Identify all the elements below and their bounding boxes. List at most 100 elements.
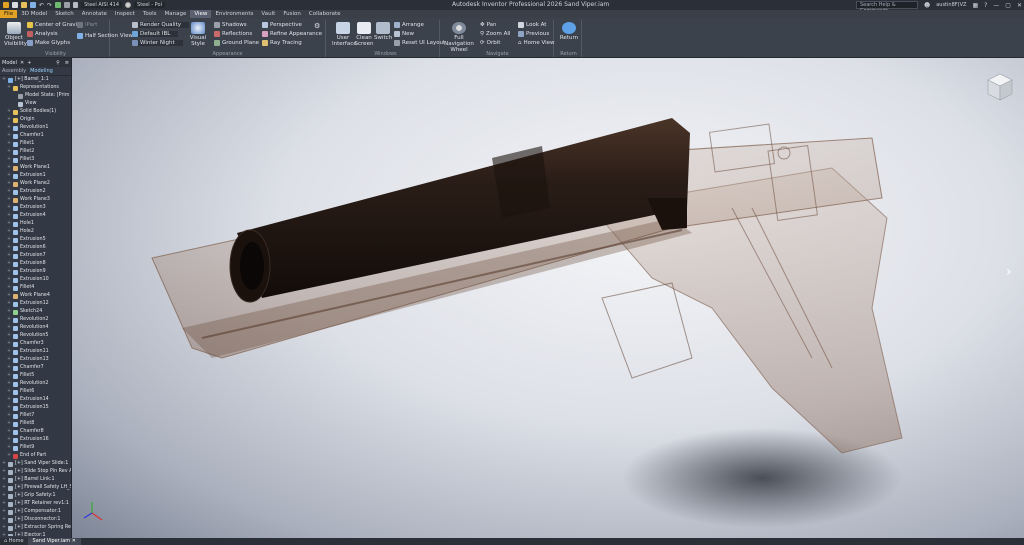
- expand-icon[interactable]: +: [7, 196, 11, 204]
- expand-icon[interactable]: +: [7, 156, 11, 164]
- new-window-button[interactable]: New: [394, 31, 414, 37]
- tree-node[interactable]: + Work Plane4: [0, 292, 71, 300]
- previous-view-button[interactable]: Previous: [518, 31, 549, 37]
- modeling-tab[interactable]: Modeling: [30, 68, 53, 74]
- next-view-arrow-icon[interactable]: ›: [1006, 264, 1012, 280]
- tree-node[interactable]: + Extrusion2: [0, 188, 71, 196]
- appearance-select[interactable]: Steel - Pol: [134, 2, 165, 8]
- pan-button[interactable]: ✥ Pan: [480, 22, 497, 28]
- expand-icon[interactable]: +: [7, 124, 11, 132]
- tree-node[interactable]: + Revolution2: [0, 380, 71, 388]
- expand-icon[interactable]: +: [7, 212, 11, 220]
- redo-icon[interactable]: ↷: [47, 2, 52, 9]
- iso-button[interactable]: iPart: [77, 22, 97, 28]
- minimize-icon[interactable]: —: [993, 2, 999, 9]
- cart-icon[interactable]: ▦: [972, 2, 978, 9]
- tree-node[interactable]: + Extrusion8: [0, 260, 71, 268]
- trigger-guard[interactable]: [601, 282, 693, 379]
- tree-node[interactable]: + Origin: [0, 116, 71, 124]
- expand-icon[interactable]: +: [7, 388, 11, 396]
- arrange-button[interactable]: Arrange: [394, 22, 424, 28]
- tree-node[interactable]: + Fillet6: [0, 388, 71, 396]
- tree-node[interactable]: + Extrusion13: [0, 356, 71, 364]
- expand-icon[interactable]: +: [2, 76, 6, 84]
- tree-node[interactable]: + Hole1: [0, 220, 71, 228]
- expand-icon[interactable]: +: [7, 108, 11, 116]
- tab-environments[interactable]: Environments: [211, 10, 257, 18]
- tree-node[interactable]: + Revolution2: [0, 316, 71, 324]
- half-section-button[interactable]: Half Section View: [77, 33, 133, 39]
- tree-node[interactable]: + Revolution4: [0, 324, 71, 332]
- tree-node[interactable]: + Extrusion1: [0, 172, 71, 180]
- tab-manage[interactable]: Manage: [161, 10, 191, 18]
- tree-node[interactable]: + Extrusion15: [0, 404, 71, 412]
- user-name[interactable]: austin8F(VZ: [936, 2, 966, 8]
- add-browser-icon[interactable]: +: [27, 60, 31, 66]
- tree-node[interactable]: + Revolution5: [0, 332, 71, 340]
- tree-node[interactable]: + Extrusion16: [0, 436, 71, 444]
- expand-icon[interactable]: +: [7, 380, 11, 388]
- refine-appearance-button[interactable]: Refine Appearance: [262, 31, 322, 37]
- analysis-button[interactable]: Analysis: [27, 31, 58, 37]
- menu-icon[interactable]: ≡: [65, 60, 71, 66]
- tree-node[interactable]: + [+] Firewall Safety LH_Sav: [0, 484, 71, 492]
- tree-node[interactable]: + Extrusion4: [0, 212, 71, 220]
- expand-icon[interactable]: +: [7, 412, 11, 420]
- print-icon[interactable]: [64, 2, 71, 8]
- expand-icon[interactable]: +: [2, 492, 6, 500]
- expand-icon[interactable]: +: [7, 340, 11, 348]
- tree-node[interactable]: + Extrusion7: [0, 252, 71, 260]
- tree-node[interactable]: + Sketch24: [0, 308, 71, 316]
- expand-icon[interactable]: +: [7, 180, 11, 188]
- home-doc-tab[interactable]: ⌂ Home: [0, 538, 29, 545]
- default-ibl-select[interactable]: Default IBL: [132, 31, 179, 37]
- expand-icon[interactable]: +: [7, 252, 11, 260]
- tree-node[interactable]: + Extrusion9: [0, 268, 71, 276]
- tree-node[interactable]: + Fillet2: [0, 148, 71, 156]
- expand-icon[interactable]: +: [7, 324, 11, 332]
- expand-icon[interactable]: +: [2, 516, 6, 524]
- expand-icon[interactable]: +: [7, 436, 11, 444]
- expand-icon[interactable]: +: [7, 356, 11, 364]
- view-cube[interactable]: [987, 73, 1013, 101]
- tree-node[interactable]: + [+] Slide Stop Pin Rev A:1: [0, 468, 71, 476]
- tree-node[interactable]: + Chamfer1: [0, 132, 71, 140]
- return-button[interactable]: Return: [558, 22, 580, 41]
- assembly-tab[interactable]: Assembly: [2, 68, 26, 74]
- tree-node[interactable]: + [+] Ejector:1: [0, 532, 71, 536]
- tree-node[interactable]: + [+] Sand Viper Slide:1: [0, 460, 71, 468]
- expand-icon[interactable]: +: [7, 348, 11, 356]
- settings-button[interactable]: ⚙: [314, 22, 320, 30]
- expand-icon[interactable]: +: [7, 140, 11, 148]
- tree-node[interactable]: + [+] Barrel Link:1: [0, 476, 71, 484]
- undo-icon[interactable]: ↶: [39, 2, 44, 9]
- new-icon[interactable]: [12, 2, 18, 8]
- expand-icon[interactable]: +: [2, 476, 6, 484]
- tree-node[interactable]: + Extrusion5: [0, 236, 71, 244]
- tree-node[interactable]: + End of Part: [0, 452, 71, 460]
- tree-node[interactable]: + Extrusion11: [0, 348, 71, 356]
- expand-icon[interactable]: +: [2, 460, 6, 468]
- expand-icon[interactable]: +: [2, 532, 6, 536]
- tree-node[interactable]: + Work Plane2: [0, 180, 71, 188]
- expand-icon[interactable]: +: [7, 116, 11, 124]
- tab-sketch[interactable]: Sketch: [51, 10, 78, 18]
- maximize-icon[interactable]: ▢: [1005, 2, 1011, 9]
- orbit-button[interactable]: ⟳ Orbit: [480, 40, 500, 46]
- close-doc-icon[interactable]: ✕: [72, 538, 76, 544]
- expand-icon[interactable]: +: [2, 468, 6, 476]
- tree-node[interactable]: + Fillet5: [0, 372, 71, 380]
- tab-vault[interactable]: Vault: [257, 10, 279, 18]
- tree-node[interactable]: + Chamfer7: [0, 364, 71, 372]
- tree-node[interactable]: + Chamfer8: [0, 428, 71, 436]
- tree-node[interactable]: + Extrusion12: [0, 300, 71, 308]
- expand-icon[interactable]: +: [7, 284, 11, 292]
- user-icon[interactable]: ☻: [924, 2, 930, 9]
- expand-icon[interactable]: +: [7, 404, 11, 412]
- clean-screen-button[interactable]: Clean Screen: [354, 22, 374, 47]
- tree-node[interactable]: + [+] Grip Safety:1: [0, 492, 71, 500]
- expand-icon[interactable]: +: [7, 244, 11, 252]
- expand-icon[interactable]: +: [7, 292, 11, 300]
- tree-node[interactable]: + Extrusion10: [0, 276, 71, 284]
- render-quality-select[interactable]: Render Quality: [132, 22, 189, 28]
